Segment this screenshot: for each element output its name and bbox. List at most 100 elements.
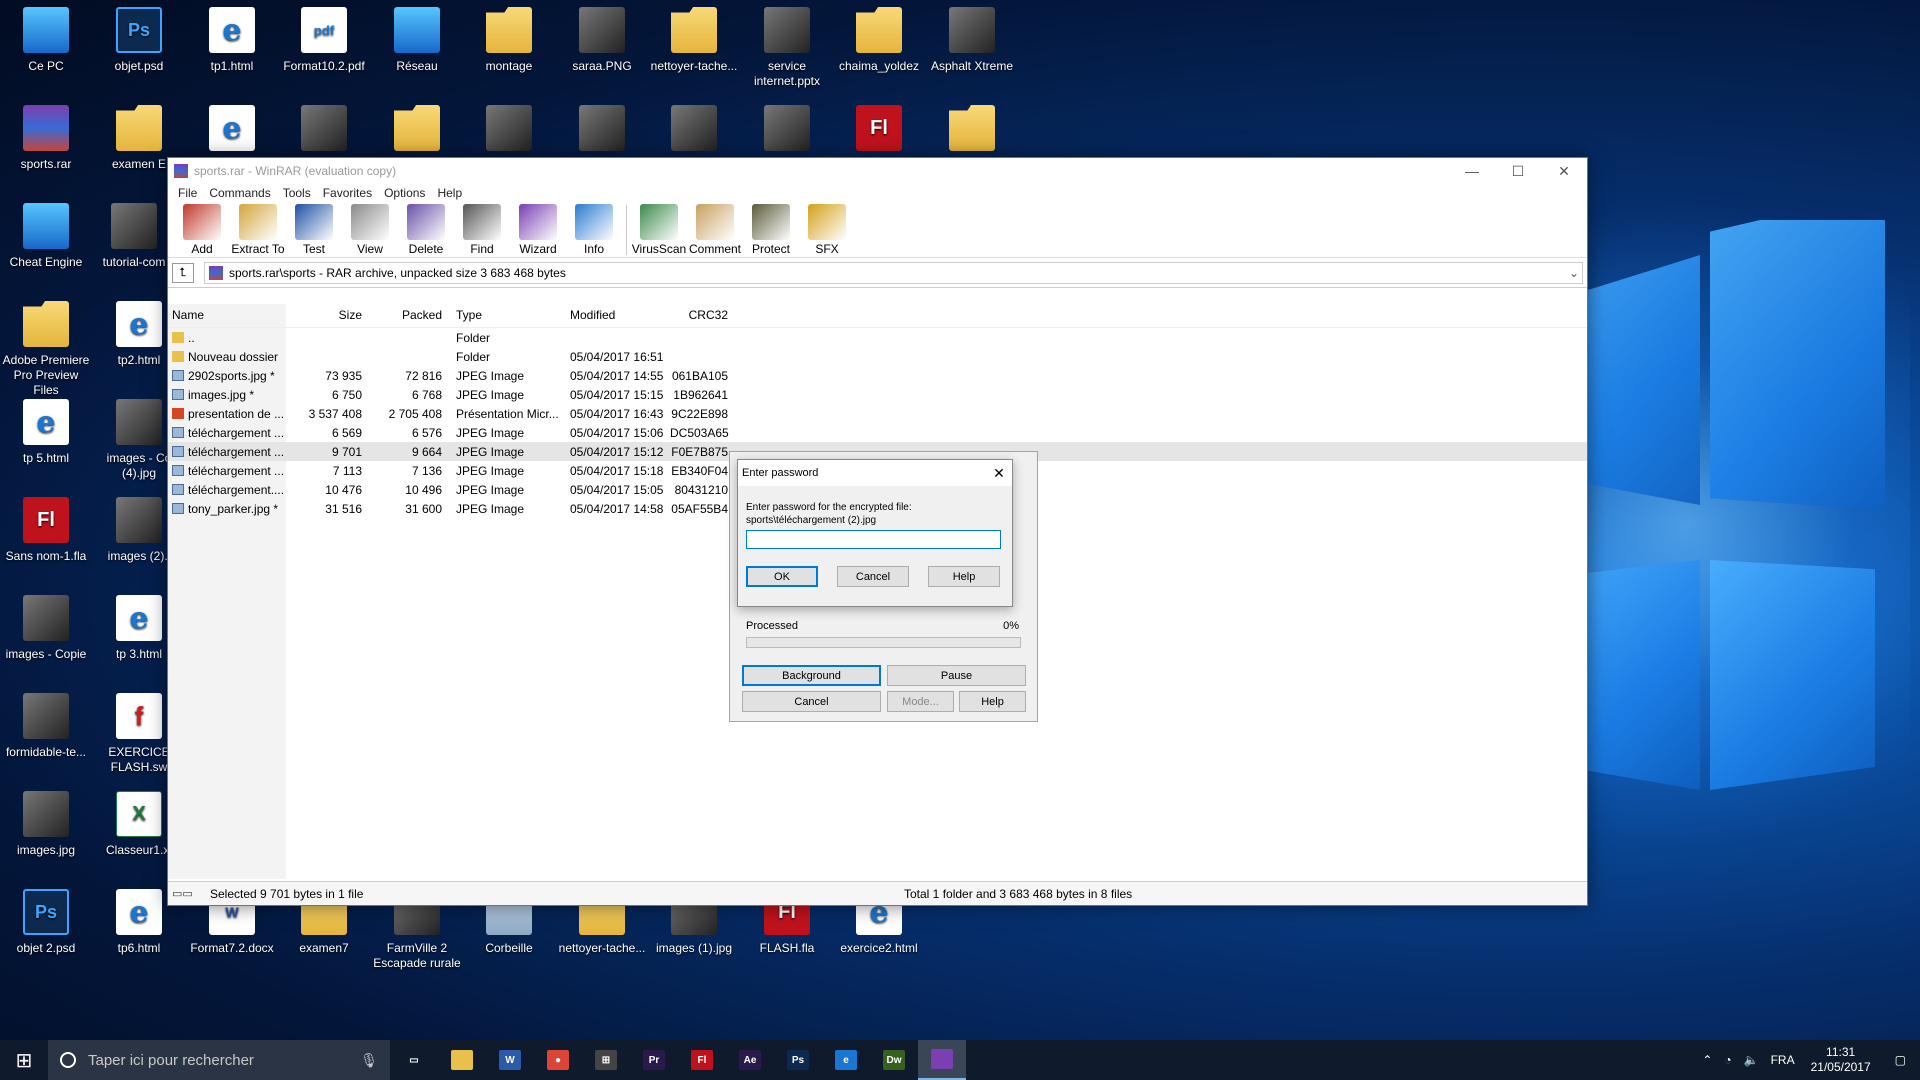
table-row[interactable]: presentation de ... 3 537 408 2 705 408 Pré… bbox=[168, 404, 1587, 423]
column-header-size[interactable]: Size bbox=[286, 304, 366, 327]
table-row[interactable]: téléchargement ... 6 569 6 576 JPEG Image 05… bbox=[168, 423, 1587, 442]
chevron-up-icon[interactable]: ⌃ bbox=[1696, 1053, 1718, 1067]
cancel-button[interactable]: Cancel bbox=[837, 566, 909, 587]
toolbar-comment-button[interactable]: Comment bbox=[687, 202, 743, 256]
desktop-icon[interactable]: Cheat Engine bbox=[2, 199, 90, 270]
column-header-modified[interactable]: Modified bbox=[566, 304, 666, 327]
menu-item-help[interactable]: Help bbox=[431, 186, 468, 200]
desktop-icon[interactable]: e bbox=[188, 101, 276, 157]
menu-item-commands[interactable]: Commands bbox=[203, 186, 276, 200]
toolbar-info-button[interactable]: Info bbox=[566, 202, 622, 256]
taskbar-store-button[interactable]: ⊞ bbox=[582, 1040, 630, 1080]
ok-button[interactable]: OK bbox=[746, 566, 818, 587]
column-header-type[interactable]: Type bbox=[446, 304, 566, 327]
taskbar-premiere-button[interactable]: Pr bbox=[630, 1040, 678, 1080]
notifications-icon[interactable]: ▢ bbox=[1881, 1053, 1920, 1067]
network-icon[interactable]: ◔ bbox=[1718, 1053, 1737, 1067]
toolbar-protect-button[interactable]: Protect bbox=[743, 202, 799, 256]
taskbar-word-button[interactable]: W bbox=[486, 1040, 534, 1080]
close-button[interactable]: ✕ bbox=[1541, 158, 1587, 184]
help-button[interactable]: Help bbox=[928, 566, 1000, 587]
toolbar-view-button[interactable]: View bbox=[342, 202, 398, 256]
path-field[interactable]: sports.rar\sports - RAR archive, unpacke… bbox=[204, 261, 1583, 284]
column-header-packed[interactable]: Packed bbox=[366, 304, 446, 327]
title-bar[interactable]: sports.rar - WinRAR (evaluation copy) — … bbox=[168, 158, 1587, 184]
desktop-icon[interactable] bbox=[928, 101, 1016, 157]
desktop-icon[interactable]: Ps objet.psd bbox=[95, 3, 183, 74]
desktop-icon[interactable]: saraa.PNG bbox=[558, 3, 646, 74]
cancel-button[interactable]: Cancel bbox=[742, 691, 881, 712]
microphone-icon[interactable]: 🎙 bbox=[360, 1052, 378, 1069]
desktop-icon[interactable]: formidable-te... bbox=[2, 689, 90, 760]
desktop-icon[interactable]: Ps objet 2.psd bbox=[2, 885, 90, 956]
taskbar-winrar-button[interactable] bbox=[918, 1040, 966, 1080]
taskbar-edge-button[interactable]: e bbox=[822, 1040, 870, 1080]
table-row[interactable]: Nouveau dossier Folder 05/04/2017 16:51 bbox=[168, 347, 1587, 366]
volume-icon[interactable]: 🔈 bbox=[1738, 1053, 1765, 1067]
taskbar-task-view-button[interactable]: ▭ bbox=[390, 1040, 438, 1080]
chevron-down-icon[interactable]: ⌄ bbox=[1566, 266, 1582, 280]
minimize-button[interactable]: — bbox=[1449, 158, 1495, 184]
start-button[interactable]: ⊞ bbox=[0, 1040, 48, 1080]
taskbar-file-explorer-button[interactable] bbox=[438, 1040, 486, 1080]
desktop-icon[interactable] bbox=[280, 101, 368, 157]
desktop-icon[interactable]: sports.rar bbox=[2, 101, 90, 172]
menu-item-favorites[interactable]: Favorites bbox=[317, 186, 378, 200]
desktop-icon[interactable]: images.jpg bbox=[2, 787, 90, 858]
jpg-file-icon bbox=[172, 426, 184, 438]
menu-item-options[interactable]: Options bbox=[378, 186, 431, 200]
taskbar-dreamweaver-button[interactable]: Dw bbox=[870, 1040, 918, 1080]
desktop-icon[interactable] bbox=[558, 101, 646, 157]
maximize-button[interactable]: ☐ bbox=[1495, 158, 1541, 184]
desktop-icon[interactable]: Adobe Premiere Pro Preview Files bbox=[2, 297, 90, 398]
desktop-icon[interactable]: nettoyer-tache... bbox=[650, 3, 738, 74]
table-row[interactable]: images.jpg * 6 750 6 768 JPEG Image 05/04/20… bbox=[168, 385, 1587, 404]
toolbar-delete-button[interactable]: Delete bbox=[398, 202, 454, 256]
close-icon[interactable]: ✕ bbox=[986, 465, 1012, 482]
taskbar-after-effects-button[interactable]: Ae bbox=[726, 1040, 774, 1080]
table-row[interactable]: .. Folder bbox=[168, 328, 1587, 347]
desktop-icon[interactable]: Fl bbox=[835, 101, 923, 157]
desktop-icon[interactable] bbox=[650, 101, 738, 157]
toolbar-find-button[interactable]: Find bbox=[454, 202, 510, 256]
menu-item-tools[interactable]: Tools bbox=[277, 186, 317, 200]
taskbar-flash-button[interactable]: Fl bbox=[678, 1040, 726, 1080]
desktop-icon[interactable] bbox=[465, 101, 553, 157]
up-folder-button[interactable]: ⮤ bbox=[172, 262, 194, 283]
desktop-icon[interactable]: Asphalt Xtreme bbox=[928, 3, 1016, 74]
toolbar-sfx-button[interactable]: SFX bbox=[799, 202, 855, 256]
desktop-icon[interactable]: Ce PC bbox=[2, 3, 90, 74]
taskbar-photoshop-button[interactable]: Ps bbox=[774, 1040, 822, 1080]
table-row[interactable]: 2902sports.jpg * 73 935 72 816 JPEG Image 05… bbox=[168, 366, 1587, 385]
desktop-icon[interactable]: chaima_yoldez bbox=[835, 3, 923, 74]
toolbar-test-button[interactable]: Test bbox=[286, 202, 342, 256]
language-indicator[interactable]: FRA bbox=[1765, 1053, 1801, 1067]
help-button[interactable]: Help bbox=[959, 691, 1026, 712]
password-dialog-title-bar[interactable]: Enter password ✕ bbox=[738, 460, 1012, 486]
menu-item-file[interactable]: File bbox=[172, 186, 203, 200]
password-input[interactable] bbox=[746, 530, 1001, 549]
column-header-name[interactable]: Name bbox=[168, 304, 286, 327]
pause-button[interactable]: Pause bbox=[887, 665, 1026, 686]
desktop-icon[interactable]: pdf Format10.2.pdf bbox=[280, 3, 368, 74]
desktop-icon[interactable] bbox=[743, 101, 831, 157]
search-box[interactable]: Taper ici pour rechercher 🎙 bbox=[48, 1040, 390, 1080]
desktop-icon[interactable]: Fl Sans nom-1.fla bbox=[2, 493, 90, 564]
desktop-icon[interactable] bbox=[373, 101, 461, 157]
toolbar-add-button[interactable]: Add bbox=[174, 202, 230, 256]
desktop-icon[interactable]: tutorial-com bbox=[90, 199, 178, 270]
desktop-icon[interactable]: service internet.pptx bbox=[743, 3, 831, 89]
desktop-icon[interactable]: montage bbox=[465, 3, 553, 74]
toolbar-extract-to-button[interactable]: Extract To bbox=[230, 202, 286, 256]
toolbar-wizard-button[interactable]: Wizard bbox=[510, 202, 566, 256]
key-drive-icon[interactable]: ▭▭ bbox=[172, 887, 210, 900]
desktop-icon[interactable]: e tp 5.html bbox=[2, 395, 90, 466]
background-button[interactable]: Background bbox=[742, 665, 881, 686]
toolbar-virusscan-button[interactable]: VirusScan bbox=[631, 202, 687, 256]
taskbar-chrome-button[interactable]: ● bbox=[534, 1040, 582, 1080]
desktop-icon[interactable]: images - Copie bbox=[2, 591, 90, 662]
clock[interactable]: 11:31 21/05/2017 bbox=[1801, 1045, 1881, 1075]
desktop-icon[interactable]: Réseau bbox=[373, 3, 461, 74]
desktop-icon[interactable]: e tp1.html bbox=[188, 3, 276, 74]
column-header-crc32[interactable]: CRC32 bbox=[666, 304, 732, 327]
